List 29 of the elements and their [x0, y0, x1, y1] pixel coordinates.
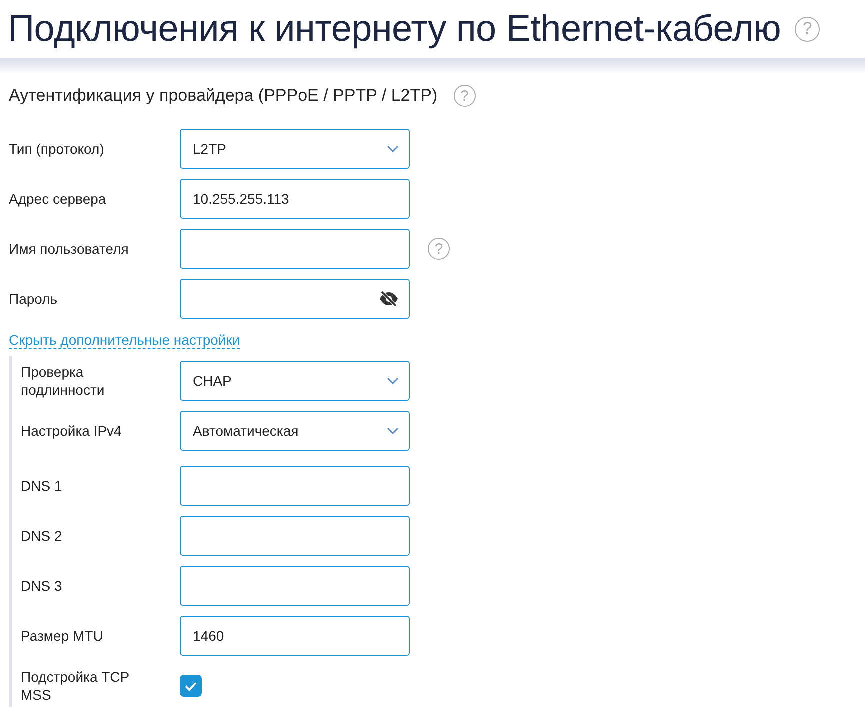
section-title: Аутентификация у провайдера (PPPoE / PPTP / L2TP): [9, 86, 438, 106]
input-field[interactable]: 1460: [180, 616, 410, 656]
field-label: DNS 2: [21, 527, 64, 545]
field-label: Пароль: [9, 291, 59, 307]
field-label: Подстройка TCP MSS: [21, 668, 130, 704]
chevron-down-icon: [387, 377, 399, 385]
password-field[interactable]: [180, 279, 410, 319]
field-label: DNS 1: [21, 477, 64, 495]
field-label: Настройка IPv4: [21, 422, 123, 440]
chevron-down-icon: [387, 145, 399, 153]
field-label: Размер MTU: [21, 627, 104, 645]
input-field[interactable]: [180, 466, 410, 506]
select-field[interactable]: Автоматическая: [180, 411, 410, 451]
eye-off-icon[interactable]: [379, 291, 399, 307]
select-field[interactable]: L2TP: [180, 129, 410, 169]
chevron-down-icon: [387, 427, 399, 435]
field-label: Проверка подлинности: [21, 363, 106, 399]
checkmark-icon: [184, 680, 198, 692]
field-label: DNS 3: [21, 577, 64, 595]
field-label: Имя пользователя: [9, 241, 130, 257]
input-field[interactable]: 10.255.255.113: [180, 179, 410, 219]
input-field[interactable]: [180, 516, 410, 556]
field-label: Адрес сервера: [9, 191, 108, 207]
input-field[interactable]: [180, 229, 410, 269]
page-title: Подключения к интернету по Ethernet-кабелю: [8, 8, 782, 50]
input-field[interactable]: [180, 566, 410, 606]
field-label: Тип (протокол): [9, 141, 106, 157]
select-field[interactable]: CHAP: [180, 361, 410, 401]
checkbox[interactable]: [180, 675, 202, 697]
